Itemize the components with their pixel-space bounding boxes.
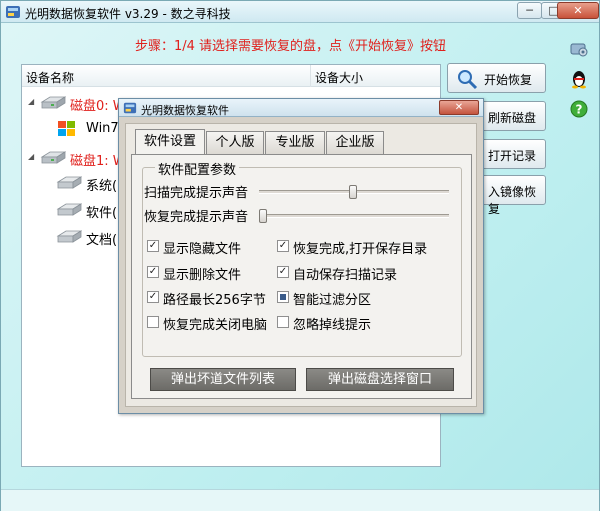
expand-triangle-icon[interactable]: ◢ xyxy=(28,152,34,161)
windows-logo-icon xyxy=(58,121,75,136)
column-device-name[interactable]: 设备名称 xyxy=(26,69,74,86)
checkbox-label: 显示删除文件 xyxy=(163,268,242,283)
tab-software-settings[interactable]: 软件设置 xyxy=(135,129,205,155)
app-logo-icon xyxy=(6,6,20,18)
tree-row-label: 文档( xyxy=(86,233,118,248)
checkbox-box[interactable] xyxy=(277,291,289,303)
app-logo-icon xyxy=(123,102,137,114)
column-divider xyxy=(310,65,311,87)
settings-tab-pane: 软件配置参数 扫描完成提示声音 恢复完成提示声音 ✓ 显示隐藏文件 ✓ 恢复完成,打开… xyxy=(131,154,472,399)
tree-row-label: 软件( xyxy=(86,206,118,221)
checkbox-box[interactable]: ✓ xyxy=(277,266,289,278)
checkbox-box[interactable] xyxy=(277,316,289,328)
slider-thumb[interactable] xyxy=(259,209,267,223)
restore-sound-slider[interactable] xyxy=(259,209,449,223)
scan-sound-slider[interactable] xyxy=(259,185,449,199)
group-title: 软件配置参数 xyxy=(155,159,240,178)
checkbox-label: 自动保存扫描记录 xyxy=(293,268,398,283)
partition-icon xyxy=(56,203,82,216)
hard-disk-icon xyxy=(40,96,66,109)
qq-penguin-icon[interactable] xyxy=(569,69,589,89)
partition-icon xyxy=(56,230,82,243)
config-group: 软件配置参数 扫描完成提示声音 恢复完成提示声音 ✓ 显示隐藏文件 ✓ 恢复完成,打开… xyxy=(142,159,462,357)
column-header: 设备名称 设备大小 xyxy=(22,65,440,87)
hard-disk-icon xyxy=(40,151,66,164)
column-device-size[interactable]: 设备大小 xyxy=(315,69,363,86)
minimize-button[interactable]: ─ xyxy=(517,2,542,19)
settings-gear-icon[interactable] xyxy=(569,39,589,59)
checkbox-label: 忽略掉线提示 xyxy=(293,318,372,333)
checkbox-box[interactable]: ✓ xyxy=(147,240,159,252)
dialog-close-button[interactable]: ✕ xyxy=(439,100,479,115)
settings-dialog: 光明数据恢复软件 ✕ 软件设置 个人版 专业版 企业版 软件配置参数 扫描完成提… xyxy=(118,98,484,414)
checkbox-label: 恢复完成,打开保存目录 xyxy=(293,242,428,257)
dialog-title-bar[interactable]: 光明数据恢复软件 ✕ xyxy=(119,99,483,117)
svg-text:?: ? xyxy=(576,103,583,117)
scan-sound-label: 扫描完成提示声音 xyxy=(144,186,249,201)
help-question-icon[interactable]: ? xyxy=(569,99,589,119)
start-recovery-button[interactable]: 开始恢复 xyxy=(447,63,546,93)
restore-sound-label: 恢复完成提示声音 xyxy=(144,210,249,225)
checkbox-label: 智能过滤分区 xyxy=(293,293,372,308)
expand-triangle-icon[interactable]: ◢ xyxy=(28,97,34,106)
disk-select-window-button[interactable]: 弹出磁盘选择窗口 xyxy=(306,368,454,391)
checkbox-label: 恢复完成关闭电脑 xyxy=(163,318,268,333)
checkbox-label: 路径最长256字节 xyxy=(163,293,266,308)
bad-sector-list-button[interactable]: 弹出坏道文件列表 xyxy=(150,368,296,391)
close-button[interactable]: ✕ xyxy=(557,2,599,19)
step-instruction: 步骤：1/4 请选择需要恢复的盘，点《开始恢复》按钮 xyxy=(135,39,447,54)
dialog-title: 光明数据恢复软件 xyxy=(141,104,229,117)
tab-enterprise[interactable]: 企业版 xyxy=(326,131,384,154)
magnifier-disk-icon xyxy=(458,70,478,90)
tree-row-label: 系统( xyxy=(86,179,118,194)
status-bar xyxy=(1,489,599,511)
title-bar[interactable]: 光明数据恢复软件 v3.29 - 数之寻科技 ─ □ ✕ xyxy=(1,1,599,23)
checkbox-label: 显示隐藏文件 xyxy=(163,242,242,257)
slider-thumb[interactable] xyxy=(349,185,357,199)
partition-icon xyxy=(56,176,82,189)
tree-row-label: Win7 xyxy=(86,121,119,136)
checkbox-box[interactable] xyxy=(147,316,159,328)
checkbox-box[interactable]: ✓ xyxy=(147,266,159,278)
checkbox-box[interactable]: ✓ xyxy=(277,240,289,252)
tab-professional[interactable]: 专业版 xyxy=(265,131,325,154)
tab-personal[interactable]: 个人版 xyxy=(206,131,264,154)
window-title: 光明数据恢复软件 v3.29 - 数之寻科技 xyxy=(25,7,231,21)
checkbox-box[interactable]: ✓ xyxy=(147,291,159,303)
